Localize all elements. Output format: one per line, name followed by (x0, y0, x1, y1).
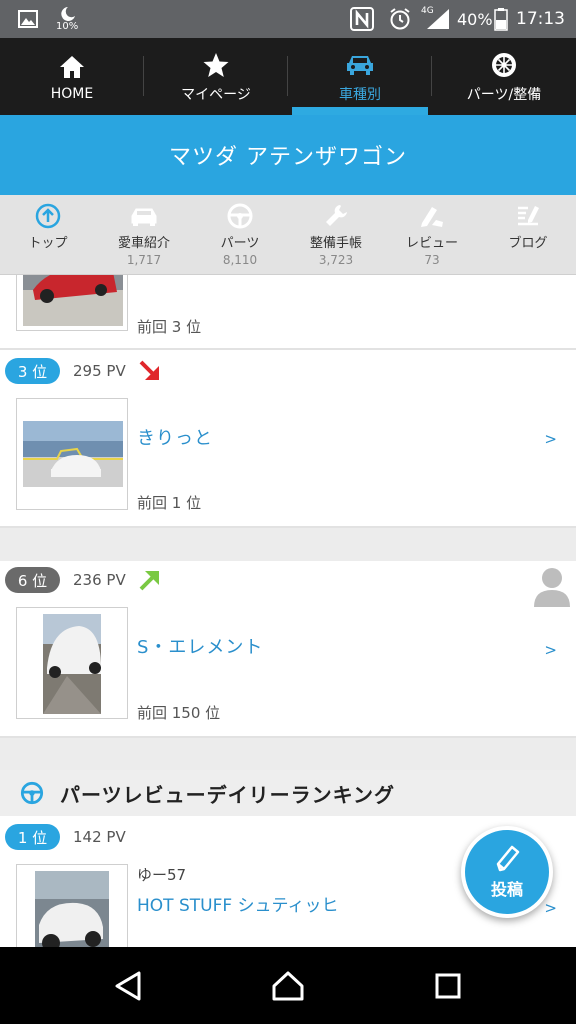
home-button-icon[interactable] (238, 947, 338, 1024)
tab-parts-label: パーツ (220, 236, 260, 251)
car-front-icon (129, 203, 159, 229)
separator (0, 738, 576, 770)
battery-percent: 40% (457, 9, 493, 29)
car-icon (345, 50, 375, 80)
tab-car-intro-count: 1,717 (126, 253, 162, 267)
trend-up-icon (137, 567, 163, 597)
status-bar: 10% 4G 40% 17:13 (0, 0, 576, 38)
tab-review-count: 73 (424, 253, 440, 267)
recents-icon[interactable] (398, 947, 498, 1024)
page-views: 295 PV (73, 362, 126, 380)
image-icon (18, 0, 38, 38)
nav-car-models-label: 車種別 (339, 86, 381, 103)
entry-thumbnail (16, 398, 128, 510)
trend-down-icon (137, 358, 163, 388)
list-item[interactable]: 6 位 236 PV S・エレメント > 前回 150 位 (0, 561, 576, 737)
home-icon (58, 52, 86, 82)
tab-blog-label: ブログ (508, 236, 548, 251)
rank-text: 3 位 (17, 362, 48, 381)
system-nav-bar (0, 947, 576, 1024)
entry-title[interactable]: S・エレメント (137, 633, 263, 659)
battery-percent-wrap: 40% (457, 0, 493, 38)
nav-car-models[interactable]: 車種別 (288, 38, 432, 115)
previous-rank: 前回 3 位 (137, 318, 202, 336)
nav-mypage[interactable]: マイページ (144, 38, 288, 115)
moon-icon (61, 7, 76, 21)
clock-wrap: 17:13 (516, 0, 565, 38)
tab-parts-count: 8,110 (222, 253, 258, 267)
tab-top-label: トップ (28, 236, 68, 251)
rank-badge: 6 位 (5, 567, 60, 593)
section-heading: パーツレビューデイリーランキング (0, 770, 576, 816)
list-item[interactable]: 3 位 295 PV きりっと > 前回 1 位 (0, 350, 576, 526)
page-title: マツダ アテンザワゴン (169, 145, 407, 170)
tab-car-intro[interactable]: 愛車紹介 1,717 (96, 195, 192, 274)
tab-maintenance-label: 整備手帳 (309, 236, 362, 251)
tab-review[interactable]: レビュー 73 (384, 195, 480, 274)
pencil-icon (496, 845, 520, 872)
entry-thumbnail (16, 607, 128, 719)
battery-saver-indicator: 10% (56, 0, 78, 38)
signal-icon: 4G (421, 0, 451, 38)
rank-text: 6 位 (17, 571, 48, 590)
separator (0, 528, 576, 561)
blog-icon (515, 203, 541, 229)
nav-home[interactable]: HOME (0, 38, 144, 115)
post-button-label: 投稿 (490, 880, 523, 899)
page-views: 142 PV (73, 828, 126, 846)
up-arrow-circle-icon (35, 203, 61, 229)
battery-icon (494, 0, 508, 38)
nav-mypage-label: マイページ (181, 86, 251, 103)
post-button[interactable]: 投稿 (461, 826, 553, 918)
nav-home-label: HOME (50, 85, 94, 102)
nfc-icon (350, 0, 374, 38)
tab-car-intro-label: 愛車紹介 (117, 236, 170, 251)
list-item[interactable]: 前回 3 位 (0, 275, 576, 349)
rank-badge: 3 位 (5, 358, 60, 384)
page-views: 236 PV (73, 571, 126, 589)
entry-thumbnail (16, 275, 128, 331)
tab-blog[interactable]: ブログ (480, 195, 576, 274)
entry-title[interactable]: きりっと (137, 424, 213, 450)
avatar[interactable] (533, 565, 571, 611)
chevron-right-icon[interactable]: > (544, 899, 557, 917)
alarm-icon (388, 0, 412, 38)
network-type: 4G (421, 6, 434, 16)
rank-text: 1 位 (17, 828, 48, 847)
sub-tabs: トップ 愛車紹介 1,717 パーツ 8,110 整備手帳 3,723 レビュー… (0, 195, 576, 275)
tab-maintenance-count: 3,723 (318, 253, 354, 267)
tab-review-label: レビュー (405, 236, 458, 251)
nav-parts-maintenance[interactable]: パーツ/整備 (432, 38, 576, 115)
chevron-right-icon[interactable]: > (544, 641, 557, 659)
previous-rank: 前回 1 位 (137, 494, 202, 512)
steering-wheel-icon (227, 203, 253, 229)
chevron-right-icon[interactable]: > (544, 430, 557, 448)
rank-badge: 1 位 (5, 824, 60, 850)
entry-title[interactable]: HOT STUFF シュティッヒ (137, 891, 339, 916)
wheel-icon (490, 50, 518, 80)
battery-saver-text: 10% (56, 21, 79, 32)
nav-parts-label: パーツ/整備 (466, 86, 542, 103)
wrench-icon (323, 203, 349, 229)
back-icon[interactable] (78, 947, 178, 1024)
tab-top[interactable]: トップ (0, 195, 96, 274)
top-nav: HOME マイページ 車種別 パーツ/整備 (0, 38, 576, 115)
tab-maintenance[interactable]: 整備手帳 3,723 (288, 195, 384, 274)
steering-wheel-icon (20, 781, 44, 805)
section-title: パーツレビューデイリーランキング (60, 782, 395, 807)
page-title-bar: マツダ アテンザワゴン (0, 115, 576, 195)
tab-parts[interactable]: パーツ 8,110 (192, 195, 288, 274)
star-icon (202, 50, 230, 80)
previous-rank: 前回 150 位 (137, 704, 221, 722)
entry-thumbnail (16, 864, 128, 947)
author-name[interactable]: ゆー57 (137, 864, 186, 885)
clock: 17:13 (516, 9, 565, 29)
review-icon (418, 203, 446, 229)
